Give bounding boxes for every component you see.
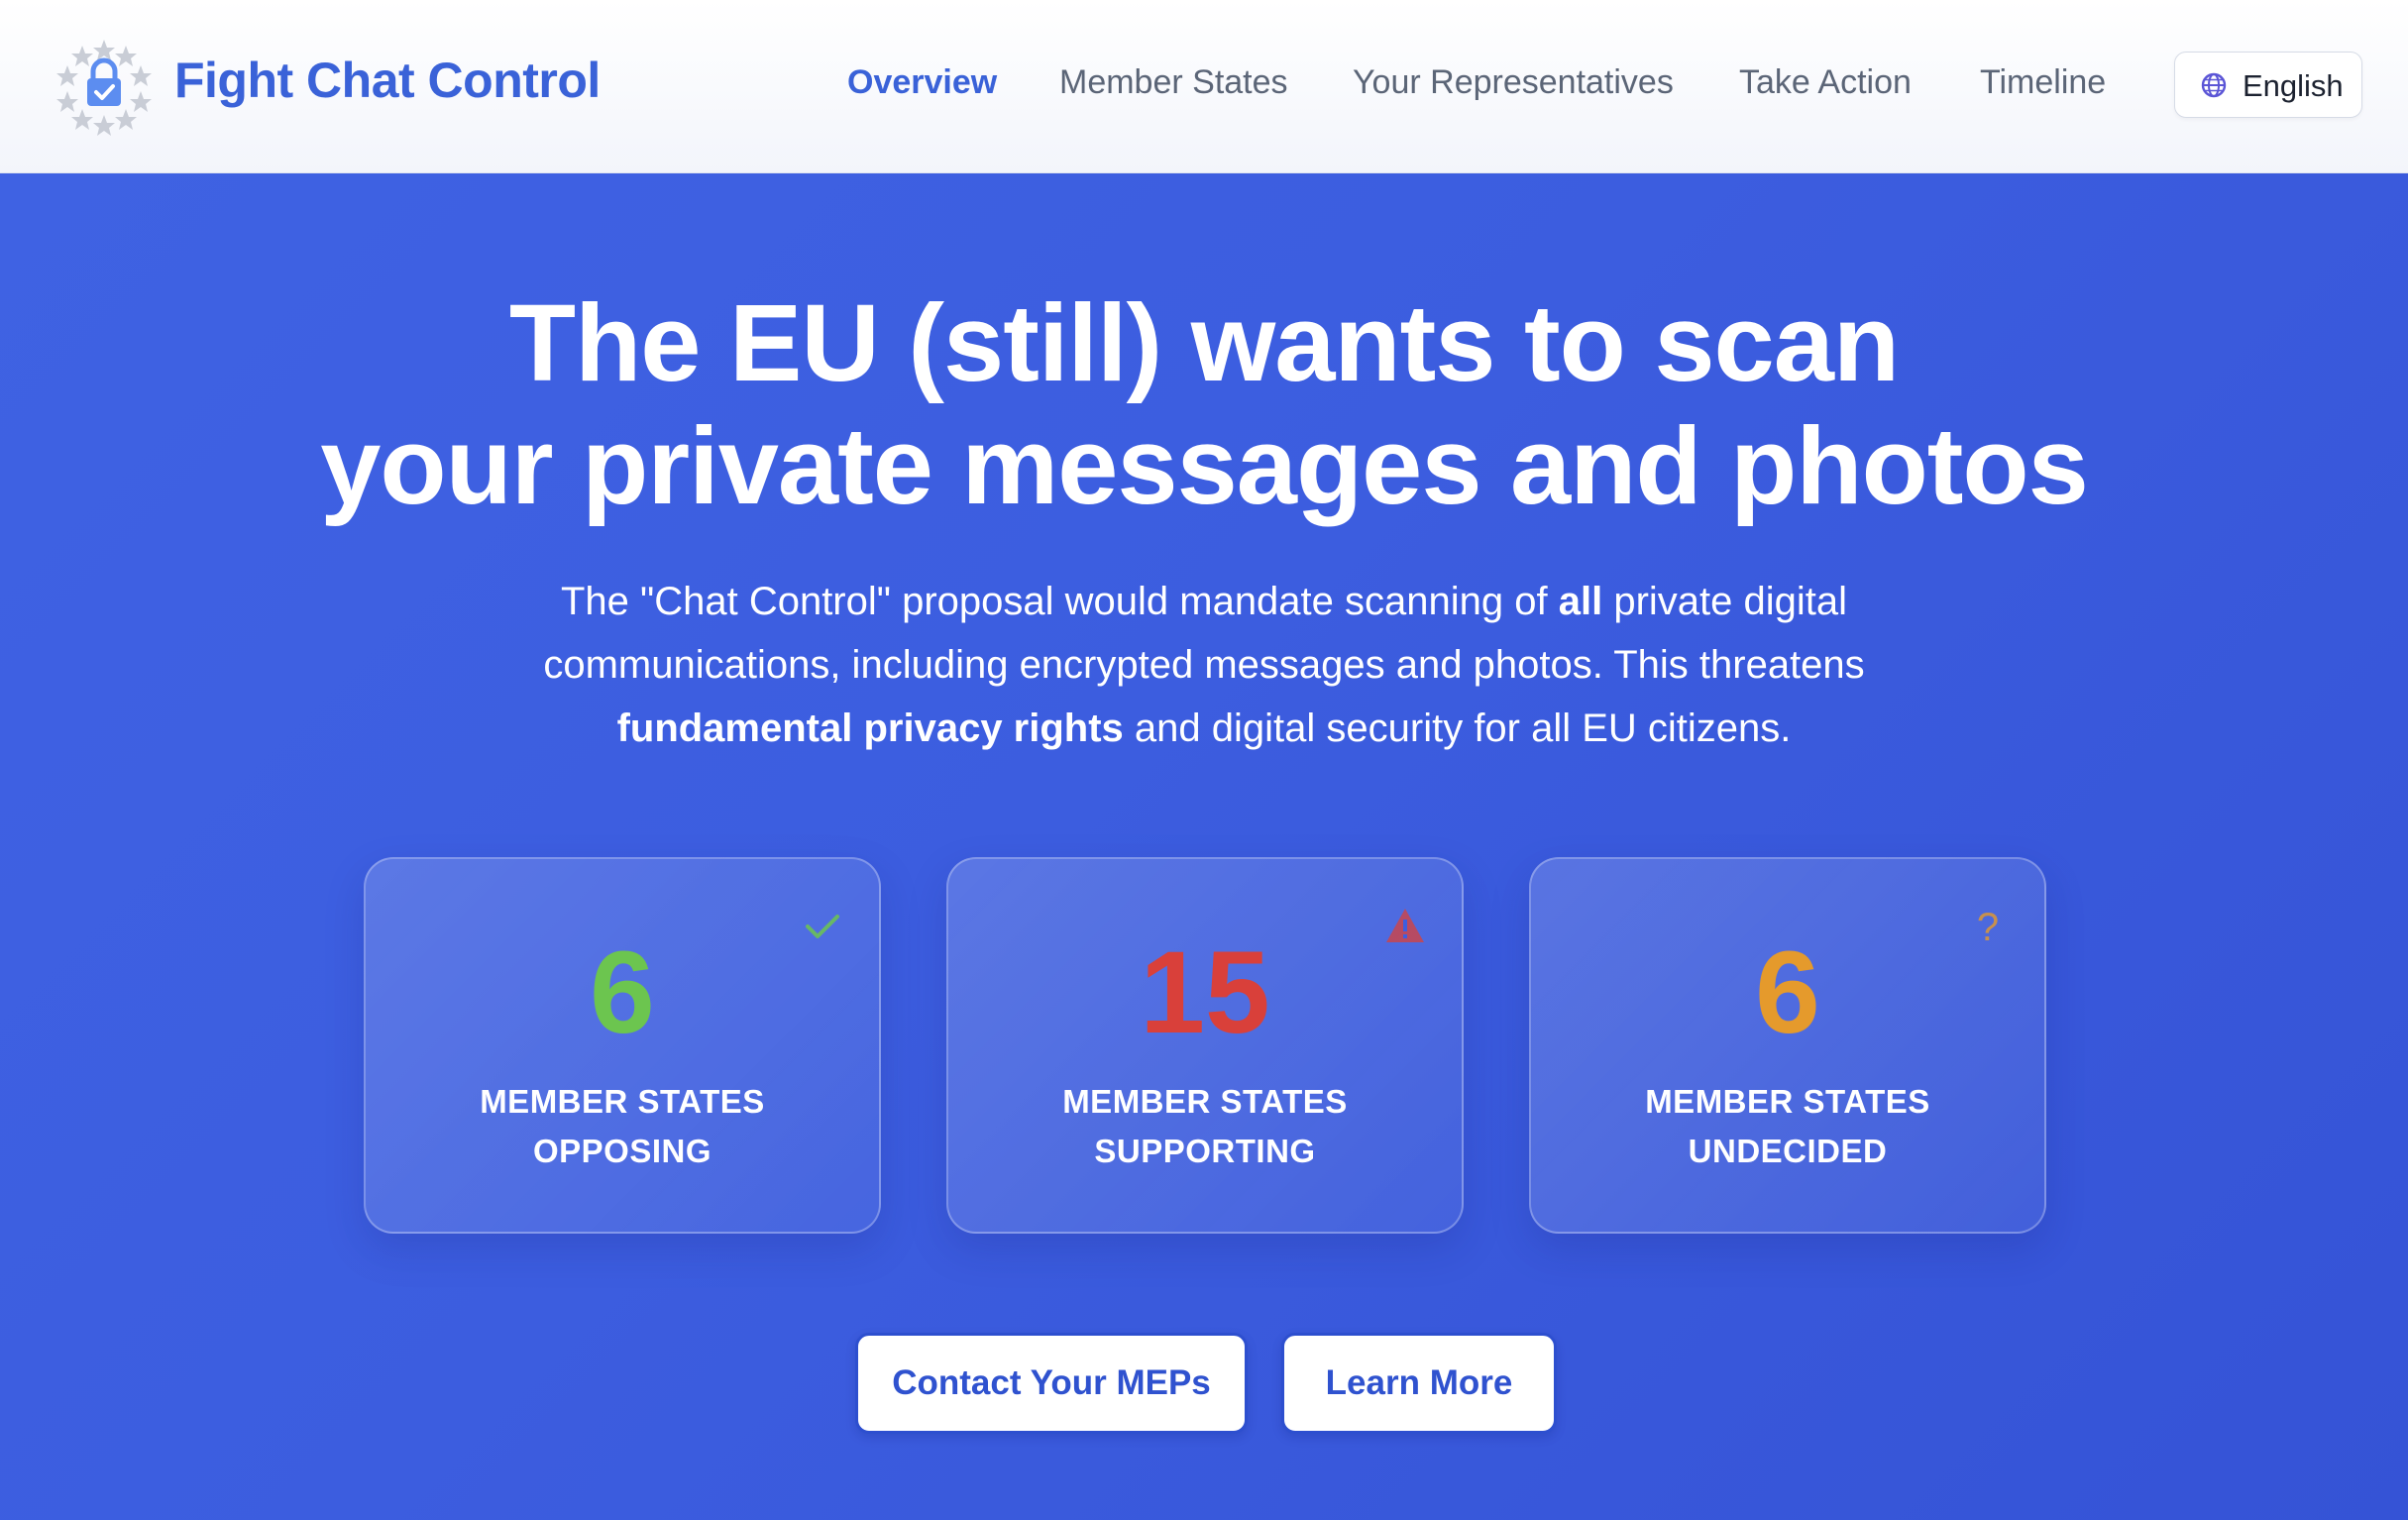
stat-label-line: UNDECIDED — [1688, 1133, 1888, 1169]
nav-member-states[interactable]: Member States — [1059, 63, 1288, 102]
stat-card-supporting: 15 MEMBER STATES SUPPORTING — [946, 857, 1464, 1234]
hero-section: The EU (still) wants to scan your privat… — [0, 173, 2408, 1520]
learn-more-button[interactable]: Learn More — [1281, 1333, 1557, 1434]
main-nav: Overview Member States Your Representati… — [0, 63, 2408, 113]
description-text: and digital security for all EU citizens… — [1123, 706, 1792, 750]
nav-take-action[interactable]: Take Action — [1739, 63, 1912, 102]
stat-label-line: MEMBER STATES — [1645, 1083, 1930, 1120]
nav-overview[interactable]: Overview — [847, 63, 997, 102]
stat-card-opposing: 6 MEMBER STATES OPPOSING — [364, 857, 881, 1234]
headline-line-1: The EU (still) wants to scan — [508, 282, 1900, 404]
contact-meps-button[interactable]: Contact Your MEPs — [855, 1333, 1248, 1434]
stat-label-line: SUPPORTING — [1094, 1133, 1316, 1169]
site-header: Fight Chat Control Overview Member State… — [0, 0, 2408, 173]
nav-timeline[interactable]: Timeline — [1980, 63, 2106, 102]
nav-your-representatives[interactable]: Your Representatives — [1353, 63, 1674, 102]
undecided-label: MEMBER STATES UNDECIDED — [1531, 1077, 2044, 1176]
globe-icon — [2201, 72, 2227, 98]
stat-label-line: MEMBER STATES — [480, 1083, 765, 1120]
language-label: English — [2243, 68, 2344, 103]
hero-description: The "Chat Control" proposal would mandat… — [461, 570, 1947, 760]
hero-headline: The EU (still) wants to scan your privat… — [0, 282, 2408, 528]
language-selector[interactable]: English — [2174, 52, 2362, 118]
undecided-count: 6 — [1755, 927, 1820, 1058]
description-emphasis-rights: fundamental privacy rights — [616, 706, 1124, 750]
opposing-label: MEMBER STATES OPPOSING — [366, 1077, 879, 1176]
stat-card-undecided: ? 6 MEMBER STATES UNDECIDED — [1529, 857, 2046, 1234]
stat-label-line: MEMBER STATES — [1062, 1083, 1348, 1120]
headline-line-2: your private messages and photos — [320, 405, 2089, 527]
supporting-label: MEMBER STATES SUPPORTING — [948, 1077, 1462, 1176]
supporting-count: 15 — [1140, 927, 1270, 1058]
description-text: The "Chat Control" proposal would mandat… — [560, 580, 1559, 623]
description-emphasis-all: all — [1558, 580, 1603, 623]
opposing-count: 6 — [590, 927, 655, 1058]
stat-label-line: OPPOSING — [532, 1133, 712, 1169]
